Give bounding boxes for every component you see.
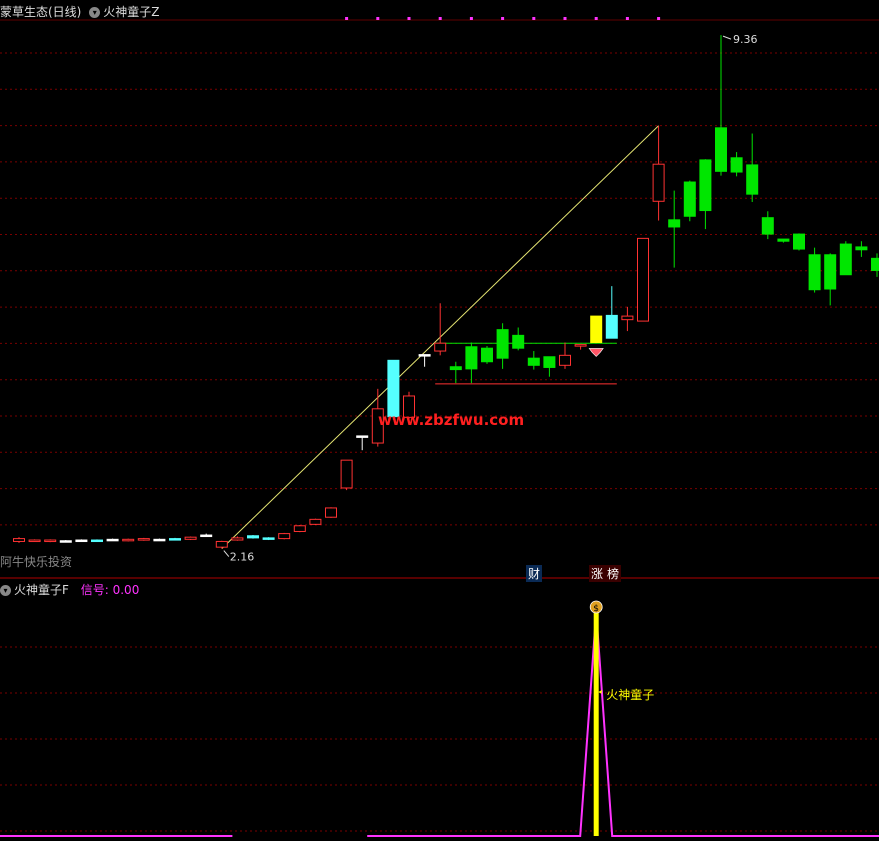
signal-dot (469, 17, 473, 20)
signal-dot (594, 17, 598, 20)
chevron-down-icon[interactable]: ▾ (89, 7, 101, 18)
candle-body (309, 518, 322, 525)
signal-label: 信号: (80, 583, 109, 597)
candle-body (169, 538, 181, 541)
low-price-label: 2.16 (230, 551, 255, 564)
candle-body (122, 538, 135, 542)
signal-dot (532, 17, 536, 20)
candle-body (683, 181, 696, 217)
candle-body (481, 347, 493, 363)
low-arrow (223, 550, 230, 557)
candle-body (777, 238, 790, 242)
candle-body (325, 507, 337, 518)
candle-body (761, 217, 774, 235)
sub-header: ▾ 火神童子F 信号: 0.00 (0, 581, 139, 598)
sub-indicator-name[interactable]: 火神童子F (14, 583, 69, 597)
candle-body (293, 525, 306, 532)
candle-body (13, 538, 25, 542)
candle-body (44, 539, 57, 543)
signal-dot (657, 17, 661, 20)
candle-body (137, 538, 150, 541)
diamond-icon (588, 348, 604, 357)
candle-body (262, 537, 275, 540)
candle-body (356, 435, 369, 438)
candle-body (855, 246, 868, 251)
candle-body (465, 346, 478, 370)
chevron-down-icon[interactable]: ▾ (0, 585, 11, 596)
zhang-marker[interactable]: 涨 (589, 565, 606, 582)
candle-body (215, 540, 228, 548)
candle-body (75, 539, 88, 543)
candle-body (527, 357, 540, 366)
candle-body (106, 538, 119, 542)
candle-body (28, 539, 41, 543)
candle-body (418, 354, 431, 357)
signal-dot (438, 17, 442, 20)
candle-body (184, 536, 197, 540)
candle-body (153, 538, 166, 542)
candle-body (91, 539, 103, 543)
cai-marker[interactable]: 财 (526, 565, 543, 582)
candle-body (512, 334, 525, 349)
candle-body (621, 315, 634, 321)
money-bag-symbol: $ (593, 604, 599, 614)
signal-dot (625, 17, 629, 20)
candle-body (730, 157, 743, 173)
candle-body (278, 533, 291, 540)
candle-body (839, 243, 852, 276)
candle-body (449, 366, 462, 371)
signal-text: 火神童子 (606, 687, 654, 702)
candle-body (200, 534, 213, 538)
candle-body (59, 540, 72, 543)
candle-body (793, 233, 805, 250)
signal-dot (501, 17, 505, 20)
candle-body (824, 254, 837, 290)
signal-value: 0.00 (112, 583, 140, 597)
signal-dot (345, 17, 349, 20)
main-header: 蒙草生态(日线) ▾ 火神童子Z (0, 3, 159, 20)
candle-body (574, 344, 587, 347)
candle-body (387, 359, 400, 418)
candle-body (543, 356, 556, 368)
candle-body (340, 459, 353, 489)
candle-body (247, 535, 259, 539)
watermark: www.zbzfwu.com (378, 411, 525, 429)
candle-body (637, 237, 649, 322)
candle-body (605, 314, 618, 339)
signal-dot (563, 17, 567, 20)
high-arrow (722, 35, 732, 40)
high-price-label: 9.36 (733, 33, 758, 46)
candle-body (699, 159, 712, 212)
signal-dot (376, 17, 380, 20)
candle-body (668, 219, 681, 228)
bottom-left-label: 阿牛快乐投资 (0, 555, 73, 569)
candle-body (871, 257, 879, 271)
candle-body (559, 354, 571, 366)
candle-body (496, 329, 509, 359)
candle-body (434, 342, 447, 352)
stock-name[interactable]: 蒙草生态(日线) (0, 5, 81, 19)
signal-bar (593, 612, 599, 836)
candle-body (746, 164, 759, 195)
signal-dot (407, 17, 411, 20)
candle-body (808, 254, 821, 291)
candle-body (715, 127, 727, 172)
candle-body (231, 537, 244, 541)
bang-marker[interactable]: 榜 (605, 565, 622, 582)
signal-line (367, 611, 879, 837)
main-indicator-name[interactable]: 火神童子Z (103, 5, 159, 19)
candle-body (590, 315, 603, 343)
candle-body (652, 163, 665, 202)
